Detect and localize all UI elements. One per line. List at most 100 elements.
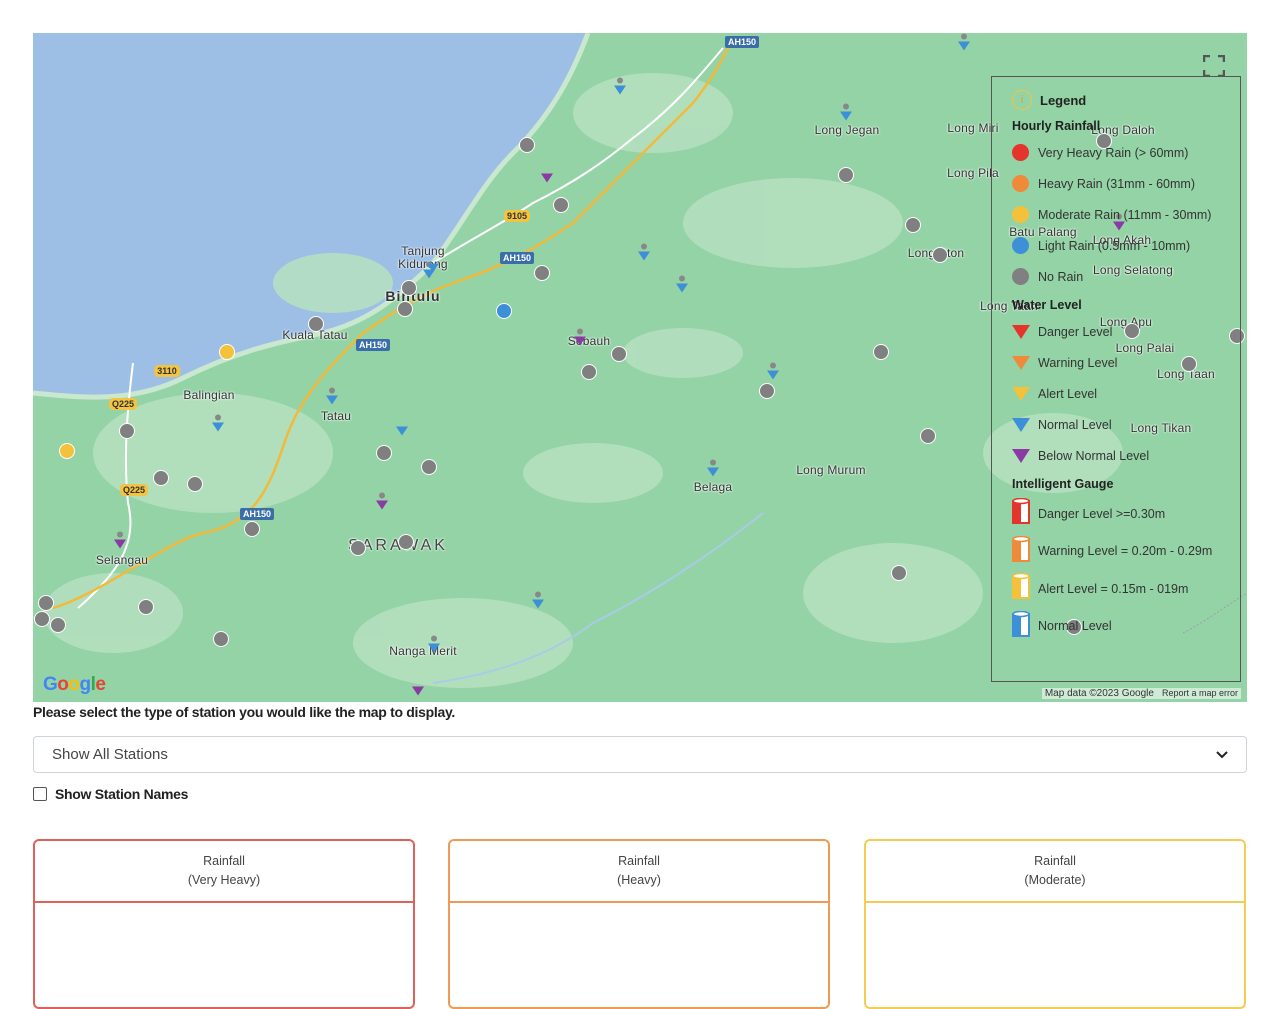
station-marker[interactable] <box>421 459 437 475</box>
station-marker[interactable] <box>905 217 921 233</box>
below-normal-marker[interactable] <box>541 166 553 189</box>
below-normal-marker[interactable] <box>114 531 126 555</box>
station-marker[interactable] <box>553 197 569 213</box>
legend-item: No Rain <box>1012 261 1220 292</box>
station-marker[interactable] <box>397 301 413 317</box>
water-level-marker[interactable] <box>428 635 440 659</box>
card-header: Rainfall (Very Heavy) <box>35 841 413 903</box>
highway-shield: AH150 <box>355 339 391 351</box>
card-title: Rainfall <box>203 854 245 868</box>
show-station-names-label[interactable]: Show Station Names <box>55 786 188 802</box>
card-header: Rainfall (Moderate) <box>866 841 1244 903</box>
station-marker[interactable] <box>932 247 948 263</box>
highway-shield: AH150 <box>499 252 535 264</box>
water-level-marker[interactable] <box>958 33 970 57</box>
legend-item: Very Heavy Rain (> 60mm) <box>1012 137 1220 168</box>
legend-item: Normal Level <box>1012 608 1220 646</box>
legend-item: Moderate Rain (11mm - 30mm) <box>1012 199 1220 230</box>
below-normal-marker[interactable] <box>574 328 586 352</box>
card-subtitle: (Heavy) <box>617 873 661 887</box>
station-marker[interactable] <box>398 534 414 550</box>
legend-item: Alert Level = 0.15m - 019m <box>1012 570 1220 608</box>
water-level-marker[interactable] <box>427 256 439 279</box>
legend-item: Below Normal Level <box>1012 440 1220 471</box>
card-subtitle: (Very Heavy) <box>187 873 261 887</box>
water-level-marker[interactable] <box>840 103 852 127</box>
legend-water-title: Water Level <box>1012 298 1082 312</box>
highway-shield: AH150 <box>724 36 760 48</box>
google-logo[interactable]: Google <box>43 674 106 696</box>
station-marker[interactable] <box>376 445 392 461</box>
place-label: Selangau <box>95 553 149 567</box>
station-marker[interactable] <box>153 470 169 486</box>
station-marker[interactable] <box>611 346 627 362</box>
legend-item: Alert Level <box>1012 378 1220 409</box>
rainfall-heavy-card: Rainfall (Heavy) <box>448 839 830 1009</box>
card-subtitle: (Moderate) <box>1024 873 1086 887</box>
card-header: Rainfall (Heavy) <box>450 841 828 903</box>
station-marker[interactable] <box>519 137 535 153</box>
station-marker[interactable] <box>891 565 907 581</box>
station-marker-light-rain[interactable] <box>496 303 512 319</box>
station-marker[interactable] <box>34 611 50 627</box>
station-marker[interactable] <box>873 344 889 360</box>
water-level-marker[interactable] <box>532 591 544 615</box>
station-marker-moderate-rain[interactable] <box>59 443 75 459</box>
water-level-marker[interactable] <box>767 362 779 386</box>
place-label: Long Murum <box>796 463 866 477</box>
road-shield: Q225 <box>108 398 138 410</box>
legend-header: i Legend <box>1012 87 1220 113</box>
station-select-value: Show All Stations <box>52 746 168 763</box>
report-map-error-link[interactable]: Report a map error <box>1162 688 1238 698</box>
station-marker[interactable] <box>401 280 417 296</box>
water-level-marker[interactable] <box>707 459 719 483</box>
legend-hourly-title: Hourly Rainfall <box>1012 119 1101 133</box>
station-marker[interactable] <box>350 540 366 556</box>
station-marker[interactable] <box>244 521 260 537</box>
legend-item: Normal Level <box>1012 409 1220 440</box>
attribution-text: Map data ©2023 Google <box>1044 688 1154 699</box>
show-station-names-checkbox[interactable] <box>33 787 47 801</box>
place-label: Tatau <box>320 409 352 423</box>
water-level-marker[interactable] <box>326 387 338 411</box>
station-select-prompt: Please select the type of station you wo… <box>33 704 456 720</box>
fullscreen-icon[interactable] <box>1202 54 1226 78</box>
highway-shield: AH150 <box>239 508 275 520</box>
station-marker[interactable] <box>138 599 154 615</box>
legend-item: Warning Level <box>1012 347 1220 378</box>
road-shield: 9105 <box>503 210 531 222</box>
station-marker-moderate-rain[interactable] <box>219 344 235 360</box>
station-type-select[interactable]: Show All Stations <box>33 736 1247 773</box>
station-marker[interactable] <box>308 316 324 332</box>
station-marker[interactable] <box>838 167 854 183</box>
legend-gauge-title: Intelligent Gauge <box>1012 477 1114 491</box>
rainfall-very-heavy-card: Rainfall (Very Heavy) <box>33 839 415 1009</box>
water-level-marker[interactable] <box>212 414 224 438</box>
station-marker[interactable] <box>119 423 135 439</box>
station-marker[interactable] <box>213 631 229 647</box>
rainfall-map[interactable]: Bintulu Tanjung Kidurong Kuala Tatau Tat… <box>33 33 1247 702</box>
card-title: Rainfall <box>618 854 660 868</box>
station-marker[interactable] <box>38 595 54 611</box>
legend-title: Legend <box>1040 92 1087 108</box>
below-normal-marker[interactable] <box>376 492 388 516</box>
legend-item: Danger Level >=0.30m <box>1012 495 1220 533</box>
road-shield: Q225 <box>119 484 149 496</box>
water-level-marker[interactable] <box>638 243 650 267</box>
station-marker[interactable] <box>534 265 550 281</box>
below-normal-marker[interactable] <box>412 679 424 702</box>
card-title: Rainfall <box>1034 854 1076 868</box>
show-station-names-row: Show Station Names <box>33 786 188 802</box>
map-legend: i Legend Hourly Rainfall Very Heavy Rain… <box>991 76 1241 682</box>
legend-item: Heavy Rain (31mm - 60mm) <box>1012 168 1220 199</box>
water-level-marker[interactable] <box>676 275 688 299</box>
water-level-marker[interactable] <box>614 77 626 101</box>
station-marker[interactable] <box>581 364 597 380</box>
road-shield: 3110 <box>154 365 180 377</box>
station-marker[interactable] <box>920 428 936 444</box>
station-marker[interactable] <box>50 617 66 633</box>
place-label: Nanga Merit <box>389 644 457 658</box>
water-level-marker[interactable] <box>396 419 408 442</box>
station-marker[interactable] <box>187 476 203 492</box>
legend-item: Danger Level <box>1012 316 1220 347</box>
